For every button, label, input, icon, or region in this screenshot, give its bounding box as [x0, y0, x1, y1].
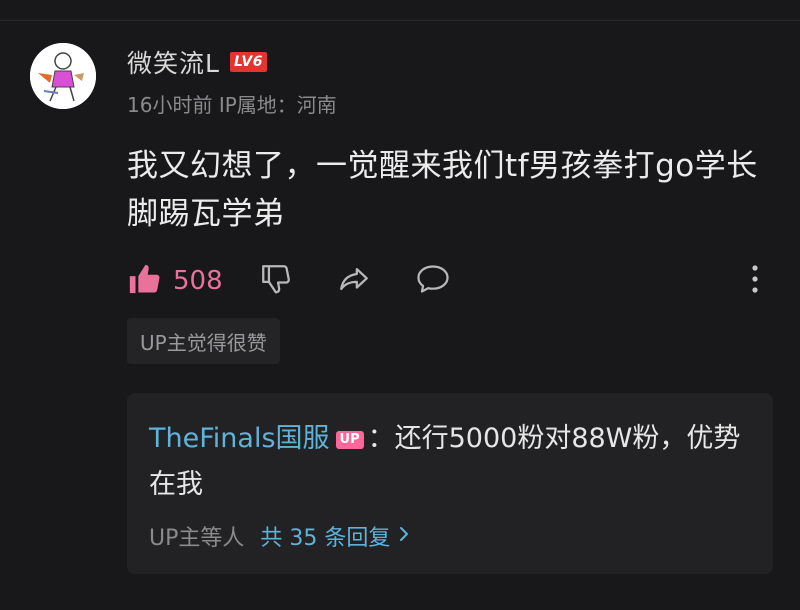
reply-participants: UP主等人: [149, 526, 245, 551]
thumbs-up-icon: [127, 262, 161, 300]
username[interactable]: 微笑流L: [127, 44, 220, 80]
dislike-button[interactable]: [259, 262, 293, 300]
action-bar: 508: [127, 260, 772, 300]
avatar-image: [30, 43, 96, 109]
comment-icon: [415, 262, 451, 300]
thumbs-down-icon: [259, 262, 293, 300]
like-count: 508: [173, 266, 223, 296]
avatar[interactable]: [30, 43, 96, 109]
user-header: 微笑流L LV6: [127, 44, 268, 80]
chevron-right-icon: [398, 524, 410, 549]
share-icon: [337, 262, 371, 300]
ip-location: IP属地：河南: [218, 93, 337, 117]
reply-footer: UP主等人 共 35 条回复: [149, 520, 410, 552]
comment-meta: 16小时前 IP属地：河南: [127, 89, 337, 118]
timestamp: 16小时前: [127, 93, 213, 117]
share-button[interactable]: [337, 262, 371, 300]
more-button[interactable]: [745, 262, 765, 300]
reply-author[interactable]: TheFinals国服: [149, 423, 330, 454]
view-replies-link[interactable]: 共 35 条回复: [260, 520, 410, 552]
more-vertical-icon: [745, 262, 765, 300]
reply-button[interactable]: [415, 262, 451, 300]
level-badge: LV6: [229, 52, 268, 72]
up-liked-tag: UP主觉得很赞: [127, 318, 280, 364]
up-badge: UP: [335, 431, 364, 449]
reply-item: TheFinals国服 UP ：还行5000粉对88W粉，优势在我: [149, 416, 749, 508]
like-button[interactable]: 508: [127, 262, 223, 300]
reply-preview[interactable]: TheFinals国服 UP ：还行5000粉对88W粉，优势在我 UP主等人 共 …: [127, 393, 773, 574]
reply-count: 共 35 条回复: [260, 526, 391, 551]
top-divider: [0, 20, 800, 21]
comment-body: 我又幻想了，一觉醒来我们tf男孩拳打go学长脚踢瓦学弟: [127, 148, 758, 232]
